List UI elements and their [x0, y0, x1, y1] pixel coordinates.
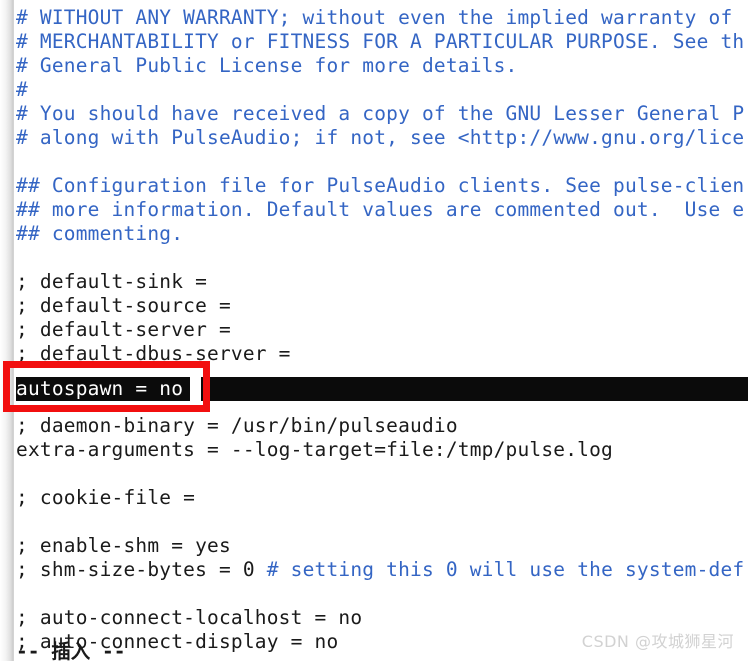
buffer-line: # You should have received a copy of the…	[16, 102, 745, 125]
buffer-line: ## Configuration file for PulseAudio cli…	[16, 174, 745, 197]
buffer-line: ## commenting.	[16, 222, 184, 245]
vim-mode-status: -- 插入 --	[16, 640, 126, 661]
buffer-line: # along with PulseAudio; if not, see <ht…	[16, 126, 745, 149]
buffer-line: ; auto-connect-localhost = no	[16, 606, 363, 629]
buffer-line: ; default-dbus-server =	[16, 342, 291, 365]
inline-comment: # setting this 0 will use the system-def	[266, 558, 745, 581]
buffer-line: ## more information. Default values are …	[16, 198, 745, 221]
buffer-line: ; enable-shm = yes	[16, 534, 231, 557]
terminal-screen: # WITHOUT ANY WARRANTY; without even the…	[0, 0, 748, 661]
buffer-line: extra-arguments = --log-target=file:/tmp…	[16, 438, 613, 461]
buffer-line: ; default-sink =	[16, 270, 208, 293]
buffer-line: # MERCHANTABILITY or FITNESS FOR A PARTI…	[16, 30, 745, 53]
buffer-line: # WITHOUT ANY WARRANTY; without even the…	[16, 6, 733, 29]
highlighted-line-text: autospawn = no	[16, 377, 184, 400]
buffer-line: ; default-source =	[16, 294, 231, 317]
text-buffer[interactable]: # WITHOUT ANY WARRANTY; without even the…	[0, 0, 748, 661]
buffer-line: #	[16, 78, 28, 101]
buffer-line: ; default-server =	[16, 318, 231, 341]
text-cursor	[190, 377, 201, 401]
buffer-line: # General Public License for more detail…	[16, 54, 518, 77]
buffer-line: ; daemon-binary = /usr/bin/pulseaudio	[16, 414, 458, 437]
buffer-line: ; cookie-file =	[16, 486, 196, 509]
buffer-line: ; shm-size-bytes = 0 # setting this 0 wi…	[16, 558, 745, 581]
